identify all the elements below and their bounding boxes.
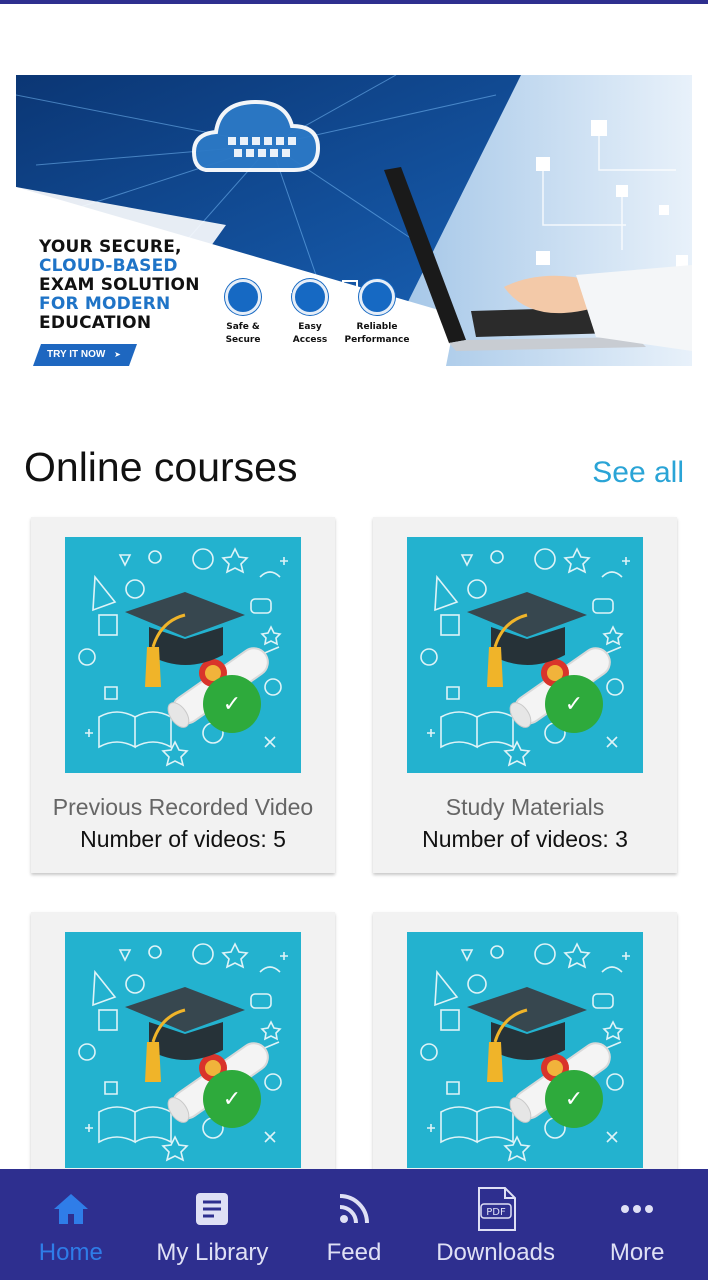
headline-line: EXAM SOLUTION	[39, 275, 200, 295]
feature-reliable-performance: Reliable Performance	[340, 279, 414, 347]
check-icon: ✓	[545, 675, 603, 733]
nav-label: Downloads	[436, 1239, 555, 1266]
feature-label: Performance	[344, 335, 410, 345]
top-accent-bar	[0, 0, 708, 4]
section-title: Online courses	[24, 444, 298, 490]
feature-label: Reliable	[356, 322, 398, 332]
cta-arrow-icon: ➤	[114, 350, 121, 359]
cta-label: TRY IT NOW	[47, 349, 106, 360]
nav-item-home[interactable]: Home	[0, 1169, 142, 1280]
rss-feed-icon	[337, 1189, 371, 1229]
more-dots-icon	[620, 1189, 654, 1229]
headline-line: YOUR SECURE,	[39, 237, 182, 257]
pdf-download-icon: PDF	[473, 1187, 519, 1231]
svg-text:PDF: PDF	[486, 1207, 506, 1218]
course-video-count: Number of videos: 5	[80, 826, 286, 852]
feature-label: Access	[292, 335, 328, 345]
promo-banner[interactable]: YOUR SECURE, CLOUD-BASED EXAM SOLUTION F…	[16, 75, 692, 366]
shield-icon	[207, 279, 261, 315]
course-card[interactable]: ✓ Study Materials Number of videos: 3	[373, 517, 677, 873]
course-thumbnail	[407, 932, 643, 1168]
nav-item-more[interactable]: More	[566, 1169, 708, 1280]
network-icon	[342, 279, 395, 315]
course-thumbnail	[407, 537, 643, 773]
nav-label: Feed	[326, 1239, 382, 1266]
headline-line: FOR MODERN	[39, 294, 171, 314]
course-title: Study Materials	[445, 794, 605, 820]
feature-easy-access: Easy Access	[273, 279, 347, 347]
check-icon: ✓	[203, 1070, 261, 1128]
nav-label: More	[609, 1239, 665, 1266]
try-it-now-button[interactable]: TRY IT NOW ➤	[33, 344, 137, 366]
feature-label: Easy	[298, 322, 322, 332]
nav-label: My Library	[156, 1239, 269, 1266]
feature-safe-secure: Safe & Secure	[206, 279, 280, 347]
feature-label: Safe &	[226, 322, 260, 332]
graduation-cap-illustration	[78, 547, 288, 767]
graduation-cap-illustration	[420, 942, 630, 1162]
graduation-cap-illustration	[420, 547, 630, 767]
bottom-navigation: Home My Library Feed PDF Downloads More	[0, 1169, 708, 1280]
check-icon: ✓	[203, 675, 261, 733]
check-icon: ✓	[545, 1070, 603, 1128]
feature-label: Secure	[225, 335, 261, 345]
headline-line: CLOUD-BASED	[39, 256, 178, 276]
nav-item-feed[interactable]: Feed	[283, 1169, 425, 1280]
monitor-lock-icon	[274, 279, 328, 315]
home-icon	[52, 1189, 90, 1229]
see-all-link[interactable]: See all	[592, 456, 684, 490]
course-card[interactable]: ✓ Previous Recorded Video Number of vide…	[31, 517, 335, 873]
headline-line: EDUCATION	[39, 313, 152, 333]
graduation-cap-illustration	[78, 942, 288, 1162]
course-thumbnail	[65, 932, 301, 1168]
course-thumbnail	[65, 537, 301, 773]
nav-label: Home	[38, 1239, 103, 1266]
course-title: Previous Recorded Video	[52, 794, 314, 820]
nav-item-my-library[interactable]: My Library	[142, 1169, 284, 1280]
nav-item-downloads[interactable]: PDF Downloads	[425, 1169, 567, 1280]
library-icon	[194, 1189, 230, 1229]
course-video-count: Number of videos: 3	[422, 826, 628, 852]
banner-headline: YOUR SECURE, CLOUD-BASED EXAM SOLUTION F…	[39, 238, 200, 333]
